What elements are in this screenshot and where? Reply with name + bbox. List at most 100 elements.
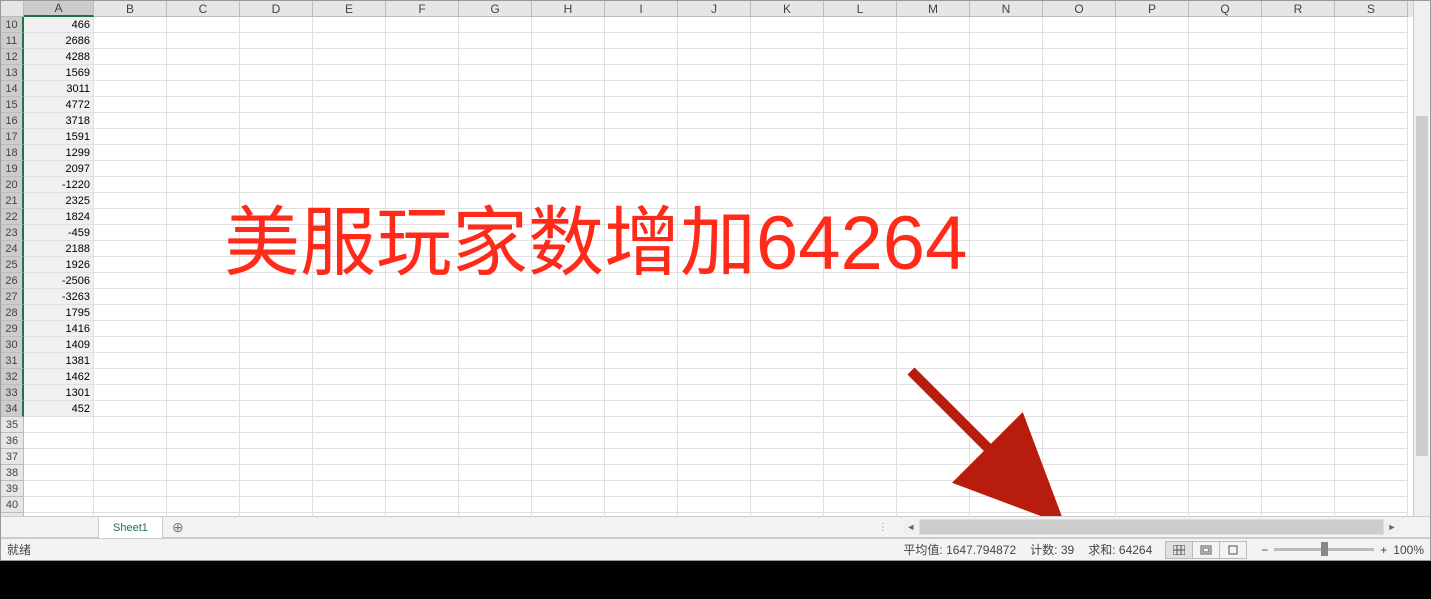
cell[interactable] [1043, 33, 1116, 49]
cell[interactable] [167, 129, 240, 145]
cell[interactable] [751, 209, 824, 225]
cell[interactable] [751, 33, 824, 49]
cell[interactable] [1262, 257, 1335, 273]
horizontal-scroll-track[interactable] [919, 519, 1384, 535]
cell[interactable] [751, 497, 824, 513]
cell[interactable] [167, 497, 240, 513]
cell[interactable] [824, 497, 897, 513]
cell[interactable] [459, 225, 532, 241]
cell[interactable] [459, 385, 532, 401]
cell[interactable] [824, 257, 897, 273]
cell[interactable] [1335, 65, 1408, 81]
cell[interactable] [167, 385, 240, 401]
cell[interactable] [1043, 369, 1116, 385]
cell[interactable] [386, 465, 459, 481]
cell[interactable] [824, 337, 897, 353]
cell[interactable] [1335, 481, 1408, 497]
cell[interactable] [897, 33, 970, 49]
cell[interactable] [167, 305, 240, 321]
cell[interactable] [94, 129, 167, 145]
cell[interactable] [386, 337, 459, 353]
cell[interactable] [386, 369, 459, 385]
cell[interactable] [751, 65, 824, 81]
cell[interactable] [970, 481, 1043, 497]
cell[interactable] [167, 49, 240, 65]
cell[interactable] [1116, 81, 1189, 97]
cell[interactable] [24, 465, 94, 481]
cell[interactable] [1116, 257, 1189, 273]
cell[interactable] [970, 193, 1043, 209]
cell[interactable] [386, 433, 459, 449]
cell[interactable] [240, 161, 313, 177]
cell[interactable] [240, 241, 313, 257]
column-header-n[interactable]: N [970, 1, 1043, 17]
cell[interactable] [386, 113, 459, 129]
row-header-18[interactable]: 18 [1, 145, 24, 161]
cell[interactable] [459, 465, 532, 481]
cell[interactable] [94, 209, 167, 225]
cell[interactable] [970, 273, 1043, 289]
cell[interactable] [386, 17, 459, 33]
cell[interactable] [167, 417, 240, 433]
cell[interactable] [1043, 257, 1116, 273]
cell[interactable] [1116, 49, 1189, 65]
cell[interactable] [1116, 369, 1189, 385]
cell[interactable]: 4288 [24, 49, 94, 65]
cell[interactable] [970, 449, 1043, 465]
cell[interactable] [167, 449, 240, 465]
cell[interactable] [386, 305, 459, 321]
cell[interactable] [1043, 17, 1116, 33]
cell[interactable] [1189, 465, 1262, 481]
cell[interactable] [532, 321, 605, 337]
cell[interactable] [240, 449, 313, 465]
cell[interactable] [532, 385, 605, 401]
cell[interactable] [678, 481, 751, 497]
cell[interactable] [167, 81, 240, 97]
cell[interactable] [1262, 17, 1335, 33]
cell[interactable] [1189, 81, 1262, 97]
cell[interactable] [1262, 481, 1335, 497]
cell[interactable] [313, 465, 386, 481]
cell[interactable] [678, 273, 751, 289]
cell[interactable]: 1591 [24, 129, 94, 145]
cell[interactable]: 4772 [24, 97, 94, 113]
row-header-29[interactable]: 29 [1, 321, 24, 337]
cell[interactable] [167, 161, 240, 177]
cell[interactable] [1116, 337, 1189, 353]
cell[interactable] [824, 65, 897, 81]
cell[interactable] [94, 241, 167, 257]
cell[interactable] [240, 65, 313, 81]
cell[interactable] [751, 273, 824, 289]
row-header-17[interactable]: 17 [1, 129, 24, 145]
row-header-11[interactable]: 11 [1, 33, 24, 49]
cell[interactable] [1043, 161, 1116, 177]
cell[interactable] [1116, 177, 1189, 193]
cell[interactable] [824, 225, 897, 241]
cell[interactable] [1262, 305, 1335, 321]
cell[interactable] [970, 161, 1043, 177]
cell[interactable] [678, 289, 751, 305]
cell[interactable] [605, 289, 678, 305]
cell[interactable] [24, 481, 94, 497]
cell[interactable]: 1299 [24, 145, 94, 161]
cell[interactable] [1189, 161, 1262, 177]
cell[interactable] [459, 81, 532, 97]
row-header-12[interactable]: 12 [1, 49, 24, 65]
cell[interactable] [605, 481, 678, 497]
cell[interactable] [313, 257, 386, 273]
view-page-layout-button[interactable] [1192, 541, 1220, 559]
row-header-36[interactable]: 36 [1, 433, 24, 449]
cell[interactable] [1335, 241, 1408, 257]
cell[interactable] [94, 257, 167, 273]
cell[interactable] [94, 385, 167, 401]
cell[interactable] [605, 353, 678, 369]
cell[interactable] [94, 353, 167, 369]
cell[interactable] [532, 353, 605, 369]
cell[interactable] [386, 65, 459, 81]
cell[interactable] [240, 113, 313, 129]
cell[interactable] [751, 97, 824, 113]
cell[interactable] [1116, 417, 1189, 433]
cell[interactable] [1116, 241, 1189, 257]
cell[interactable] [94, 177, 167, 193]
cell[interactable]: 452 [24, 401, 94, 417]
